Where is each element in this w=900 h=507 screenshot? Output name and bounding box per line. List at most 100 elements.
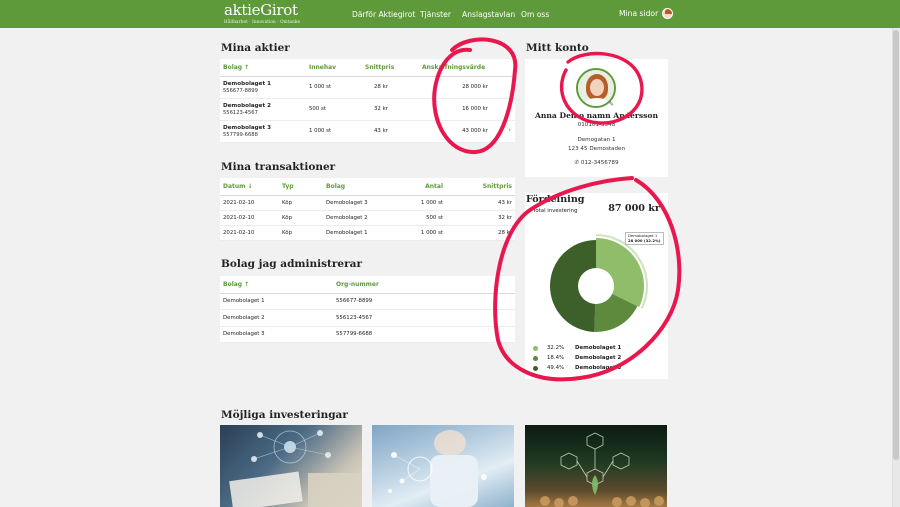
legend-name: Demobolaget 3 [575,365,622,371]
column-header-avg-price[interactable]: Snittpris [362,59,419,77]
legend-item[interactable]: 32.2% Demobolaget 1 [533,345,621,351]
transaction-price: 43 kr [446,195,515,211]
transaction-price: 28 kr [446,225,515,241]
legend-dot [533,355,538,361]
avg-price-value: 28 kr [362,76,419,99]
legend-item[interactable]: 18.4% Demobolaget 2 [533,355,621,361]
transaction-date: 2021-02-10 [220,225,279,241]
my-shares-table-card: Bolag ↑ Innehav Snittpris Anskaffningsvä… [220,59,515,143]
my-pages-menu[interactable]: Mina sidor [619,8,674,19]
org-number: 557799-6688 [223,131,258,138]
tooltip-value: 28 000 (32.2%) [628,237,661,243]
transaction-type: Köp [279,195,323,211]
chevron-right-icon[interactable]: › [508,126,511,134]
transaction-date: 2021-02-10 [220,195,279,211]
phone-number: 012-3456789 [580,160,619,166]
legend-item[interactable]: 49.4% Demobolaget 3 [533,365,621,371]
holding-value: 1 000 st [306,76,362,99]
org-number: 556123-4567 [223,109,258,116]
nav-item-om-oss[interactable]: Om oss [521,10,549,19]
legend-pct: 32.2% [547,345,565,351]
holding-value: 500 st [306,98,362,121]
distribution-card: Fördelning Total investering 87 000 kr D… [525,193,668,379]
acquisition-value: 16 000 kr [419,98,515,121]
table-header-row: Bolag ↑ Innehav Snittpris Anskaffningsvä… [220,59,515,77]
investment-card-image[interactable] [220,425,362,507]
transaction-type: Köp [279,225,323,241]
address-city: 123 45 Demostaden [567,146,626,152]
table-row[interactable]: Demobolaget 2 556123-4567 [220,309,515,327]
table-row[interactable]: 2021-02-10 Köp Demobolaget 3 1 000 st 43… [220,195,515,211]
column-header-company[interactable]: Bolag ↑ [220,59,306,77]
holding-value: 1 000 st [306,120,362,143]
column-header-acquisition-value[interactable]: Anskaffningsvärde [419,59,515,77]
chart-tooltip: Demobolaget 1 28 000 (32.2%) [625,232,664,246]
column-header-type[interactable]: Typ [279,178,323,196]
acquisition-value: 28 000 kr [419,76,515,99]
transaction-company: Demobolaget 1 [323,225,399,241]
aktiegirot-logo[interactable]: aktieGirot Hållbarhet · Innovation · Omt… [224,1,301,25]
table-row[interactable]: 2021-02-10 Köp Demobolaget 2 500 st 32 k… [220,210,515,226]
investment-card-image[interactable] [525,425,667,507]
admin-companies-table: Bolag ↑ Org-nummer Demobolaget 1 556677-… [220,276,515,344]
legend-name: Demobolaget 2 [575,355,622,361]
transactions-table-card: Datum ↓ Typ Bolag Antal Snittpris 2021-0… [220,178,515,241]
nav-item-anslagstavlan[interactable]: Anslagstavlan [462,10,515,19]
possible-investments-title: Möjliga investeringar [221,409,348,421]
transaction-date: 2021-02-10 [220,210,279,226]
scrollbar-thumb[interactable] [893,30,899,460]
table-row[interactable]: Demobolaget 3 557799-6688 [220,326,515,344]
column-header-date[interactable]: Datum ↓ [220,178,279,196]
pie-slice-3[interactable] [549,240,596,332]
personal-number: 010101-3548 [577,122,616,128]
transaction-price: 32 kr [446,210,515,226]
table-header-row: Datum ↓ Typ Bolag Antal Snittpris [220,178,515,196]
company-name: Demobolaget 1 [220,293,333,311]
pie-slice-1[interactable] [596,238,644,307]
column-header-quantity[interactable]: Antal [399,178,446,196]
avg-price-value: 32 kr [362,98,419,121]
my-shares-table: Bolag ↑ Innehav Snittpris Anskaffningsvä… [220,59,515,143]
transaction-company: Demobolaget 3 [323,195,399,211]
transaction-type: Köp [279,210,323,226]
org-number: 556123-4567 [333,309,515,327]
transaction-quantity: 1 000 st [399,225,446,241]
transaction-quantity: 500 st [399,210,446,226]
account-card: ✎ Anna Demo namn Andersson 010101-3548 D… [525,59,668,177]
column-header-company[interactable]: Bolag [323,178,399,196]
phone-row: ✆ 012-3456789 [525,160,668,166]
my-account-title: Mitt konto [526,42,589,54]
table-row[interactable]: Demobolaget 3 557799-6688 1 000 st 43 kr … [220,120,515,143]
org-number: 556677-8899 [333,293,515,311]
transactions-table: Datum ↓ Typ Bolag Antal Snittpris 2021-0… [220,178,515,241]
column-header-holding[interactable]: Innehav [306,59,362,77]
column-header-company[interactable]: Bolag ↑ [220,276,333,294]
logo-wordmark: aktieGirot [224,1,298,19]
table-row[interactable]: Demobolaget 2 556123-4567 500 st 32 kr 16… [220,98,515,121]
admin-companies-table-card: Bolag ↑ Org-nummer Demobolaget 1 556677-… [220,276,515,344]
acquisition-value: 43 000 kr › [419,120,515,143]
edit-pencil-icon[interactable]: ✎ [609,101,614,108]
company-name: Demobolaget 1 [223,80,271,87]
user-avatar-icon [662,8,674,19]
laboratory-image [388,430,487,507]
transaction-company: Demobolaget 2 [323,210,399,226]
business-graphic-image [229,430,362,507]
column-header-org-number[interactable]: Org-nummer [333,276,515,294]
investment-card-image[interactable] [372,425,514,507]
column-header-avg-price[interactable]: Snittpris [446,178,515,196]
table-row[interactable]: Demobolaget 1 556677-8899 1 000 st 28 kr … [220,76,515,99]
table-row[interactable]: Demobolaget 1 556677-8899 [220,293,515,311]
nav-item-tjanster[interactable]: Tjänster [420,10,451,19]
my-pages-label: Mina sidor [619,9,659,18]
legend-pct: 49.4% [547,365,565,371]
logo-tagline: Hållbarhet · Innovation · Omtanke [224,19,301,24]
transactions-title: Mina transaktioner [221,161,336,173]
nav-item-darfor-aktiegirot[interactable]: Därför Aktiegirot [352,10,415,19]
legend-pct: 18.4% [547,355,565,361]
sustainability-image [540,432,664,507]
org-number: 556677-8899 [223,87,258,94]
account-holder-name: Anna Demo namn Andersson [535,111,658,120]
company-name: Demobolaget 2 [220,309,333,327]
table-row[interactable]: 2021-02-10 Köp Demobolaget 1 1 000 st 28… [220,225,515,241]
